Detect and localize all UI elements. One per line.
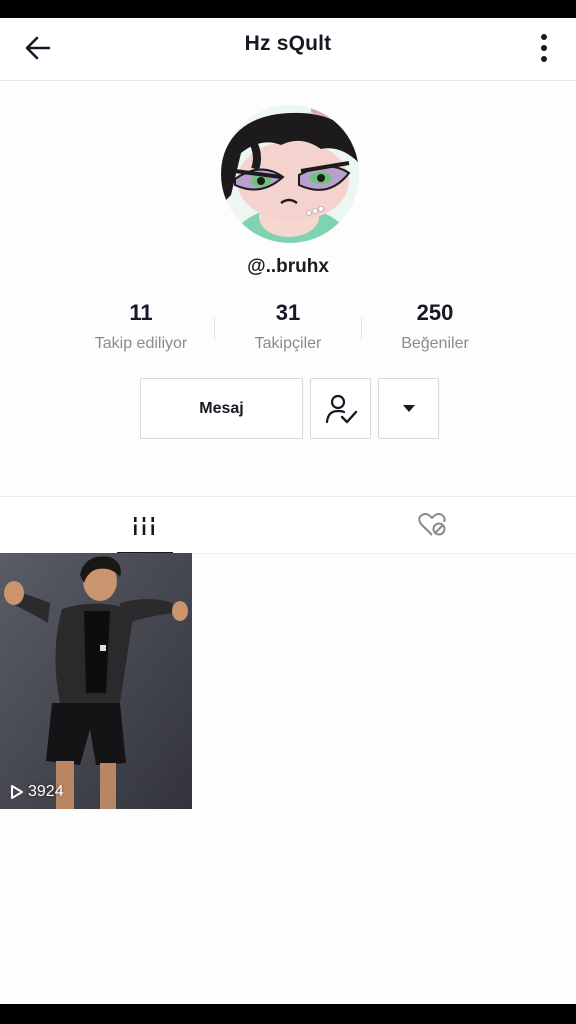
more-vertical-icon [541,34,547,62]
stat-followers[interactable]: 31 Takipçiler [215,300,361,360]
more-options-button[interactable] [530,28,558,68]
stat-label: Takipçiler [254,335,322,352]
view-count: 3924 [10,783,64,801]
user-check-icon [325,394,357,423]
stat-value: 250 [416,300,454,325]
stat-likes[interactable]: 250 Beğeniler [362,300,508,360]
view-count-value: 3924 [28,783,64,800]
following-status-button[interactable] [310,378,371,439]
video-thumbnail[interactable]: 3924 [0,553,192,809]
profile-screen: Hz sQult @..bruhx 11 Takip ediliyor 31 T… [0,18,576,1004]
suggested-accounts-button[interactable] [378,378,439,439]
profile-actions: Mesaj [140,378,439,439]
hidden-heart-icon [418,513,446,536]
tab-videos[interactable] [0,497,288,554]
page-title: Hz sQult [244,32,332,55]
grid-icon [132,517,156,535]
avatar-image [221,105,359,243]
stats-row: 11 Takip ediliyor 31 Takipçiler 250 Beğe… [68,300,508,360]
play-icon [11,785,23,799]
tab-liked[interactable] [288,497,576,553]
system-bottom-bar [0,1004,576,1024]
content-tabs [0,496,576,554]
stat-value: 31 [275,300,301,325]
stat-following[interactable]: 11 Takip ediliyor [68,300,214,360]
avatar[interactable] [221,105,359,243]
caret-down-icon [402,404,415,412]
stat-label: Takip ediliyor [94,335,188,352]
stat-label: Beğeniler [401,335,469,352]
message-button[interactable]: Mesaj [140,378,303,439]
video-thumbnail-image [0,553,192,809]
top-bar: Hz sQult [0,18,576,81]
profile-username: @..bruhx [247,256,329,277]
stat-value: 11 [129,300,153,325]
